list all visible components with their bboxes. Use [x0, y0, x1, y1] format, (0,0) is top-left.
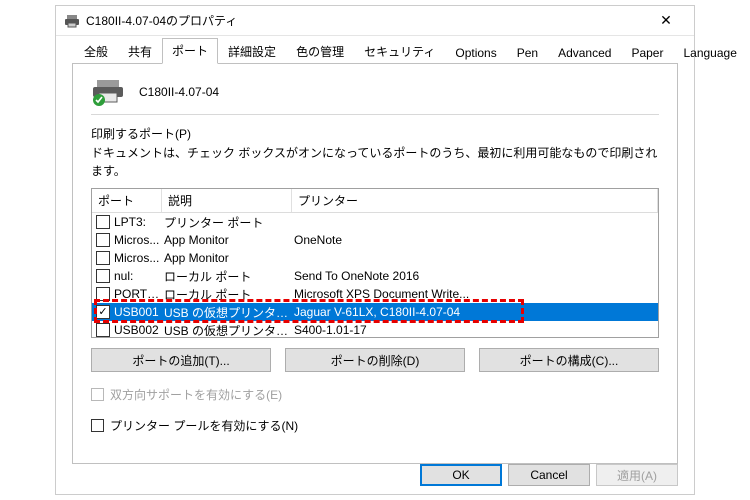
bidir-checkbox-row: 双方向サポートを有効にする(E) — [91, 386, 659, 403]
port-row[interactable]: PORTP...ローカル ポートMicrosoft XPS Document W… — [92, 285, 658, 303]
port-row[interactable]: LPT3:プリンター ポート — [92, 213, 658, 231]
port-list-header[interactable]: ポート 説明 プリンター — [92, 189, 658, 213]
titlebar: C180II-4.07-04のプロパティ ✕ — [56, 6, 694, 36]
pool-label: プリンター プールを有効にする(N) — [110, 417, 298, 434]
port-name: USB002 — [114, 323, 164, 337]
pool-checkbox[interactable] — [91, 419, 104, 432]
port-row[interactable]: nul:ローカル ポートSend To OneNote 2016 — [92, 267, 658, 285]
port-desc: ローカル ポート — [164, 268, 294, 285]
port-printer: Jaguar V-61LX, C180II-4.07-04 — [294, 305, 658, 319]
port-desc: App Monitor — [164, 251, 294, 265]
port-checkbox[interactable] — [96, 251, 110, 265]
col-desc[interactable]: 説明 — [162, 189, 292, 212]
close-button[interactable]: ✕ — [646, 7, 686, 35]
bidir-label: 双方向サポートを有効にする(E) — [110, 386, 282, 403]
port-desc: USB の仮想プリンター ポ... — [164, 322, 294, 339]
tab-詳細設定[interactable]: 詳細設定 — [218, 39, 286, 64]
divider — [91, 114, 659, 115]
tab-language[interactable]: Language — [673, 42, 746, 64]
port-desc: App Monitor — [164, 233, 294, 247]
device-printer-icon — [91, 78, 127, 106]
port-printer: S400-1.01-17 — [294, 323, 658, 337]
section-desc: ドキュメントは、チェック ボックスがオンになっているポートのうち、最初に利用可能… — [91, 144, 659, 180]
port-checkbox[interactable]: ✓ — [96, 305, 110, 319]
port-checkbox[interactable] — [96, 233, 110, 247]
port-checkbox[interactable] — [96, 269, 110, 283]
bidir-checkbox — [91, 388, 104, 401]
cancel-button[interactable]: Cancel — [508, 464, 590, 486]
port-row[interactable]: ✓ USB001USB の仮想プリンター ポ...Jaguar V-61LX, C… — [92, 303, 658, 321]
port-listview[interactable]: ポート 説明 プリンター LPT3:プリンター ポートMicros...App … — [91, 188, 659, 338]
tab-セキュリティ[interactable]: セキュリティ — [354, 39, 445, 64]
add-port-button[interactable]: ポートの追加(T)... — [91, 348, 271, 372]
device-name: C180II-4.07-04 — [139, 85, 219, 99]
tab-paper[interactable]: Paper — [621, 42, 673, 64]
tabstrip: 全般共有ポート詳細設定色の管理セキュリティOptionsPenAdvancedP… — [72, 40, 678, 64]
port-row[interactable]: USB002USB の仮想プリンター ポ...S400-1.01-17 — [92, 321, 658, 338]
port-desc: USB の仮想プリンター ポ... — [164, 304, 294, 321]
port-name: nul: — [114, 269, 164, 283]
port-name: Micros... — [114, 251, 164, 265]
tab-ports-content: C180II-4.07-04 印刷するポート(P) ドキュメントは、チェック ボ… — [72, 64, 678, 464]
col-printer[interactable]: プリンター — [292, 189, 658, 212]
port-desc: ローカル ポート — [164, 286, 294, 303]
col-port[interactable]: ポート — [92, 189, 162, 212]
section-title: 印刷するポート(P) — [91, 125, 659, 142]
port-row[interactable]: Micros...App Monitor — [92, 249, 658, 267]
port-name: Micros... — [114, 233, 164, 247]
delete-port-button[interactable]: ポートの削除(D) — [285, 348, 465, 372]
port-printer: Microsoft XPS Document Write... — [294, 287, 658, 301]
pool-checkbox-row[interactable]: プリンター プールを有効にする(N) — [91, 417, 659, 434]
port-row[interactable]: Micros...App MonitorOneNote — [92, 231, 658, 249]
tab-pen[interactable]: Pen — [507, 42, 548, 64]
tab-全般[interactable]: 全般 — [74, 39, 118, 64]
tab-advanced[interactable]: Advanced — [548, 42, 621, 64]
port-checkbox[interactable] — [96, 287, 110, 301]
configure-port-button[interactable]: ポートの構成(C)... — [479, 348, 659, 372]
port-checkbox[interactable] — [96, 215, 110, 229]
tab-ポート[interactable]: ポート — [162, 38, 218, 64]
port-name: LPT3: — [114, 215, 164, 229]
tab-options[interactable]: Options — [445, 42, 506, 64]
port-desc: プリンター ポート — [164, 214, 294, 231]
tab-色の管理[interactable]: 色の管理 — [286, 39, 354, 64]
port-name: PORTP... — [114, 287, 164, 301]
port-checkbox[interactable] — [96, 323, 110, 337]
properties-dialog: C180II-4.07-04のプロパティ ✕ 全般共有ポート詳細設定色の管理セキ… — [55, 5, 695, 495]
printer-icon — [64, 13, 80, 29]
port-name: USB001 — [114, 305, 164, 319]
apply-button: 適用(A) — [596, 464, 678, 486]
port-printer: OneNote — [294, 233, 658, 247]
tab-共有[interactable]: 共有 — [118, 39, 162, 64]
dialog-footer: OK Cancel 適用(A) — [420, 464, 678, 486]
port-printer: Send To OneNote 2016 — [294, 269, 658, 283]
port-list-body[interactable]: LPT3:プリンター ポートMicros...App MonitorOneNot… — [92, 213, 658, 338]
ok-button[interactable]: OK — [420, 464, 502, 486]
window-title: C180II-4.07-04のプロパティ — [86, 12, 646, 29]
